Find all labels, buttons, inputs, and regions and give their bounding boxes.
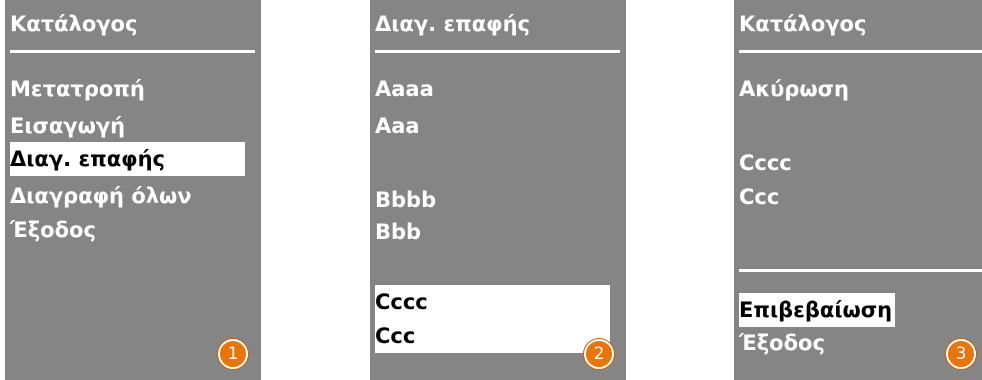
menu-item-confirm[interactable]: Επιβεβαίωση: [739, 293, 896, 327]
title-divider: [375, 50, 620, 53]
contact-item-line: Ccc: [375, 324, 416, 348]
step-number-badge: 3: [946, 339, 976, 369]
screen-title: Διαγ. επαφής: [375, 12, 531, 36]
menu-item-convert[interactable]: Μετατροπή: [10, 72, 145, 106]
screen-title: Κατάλογος: [739, 12, 867, 36]
menu-item-insert[interactable]: Εισαγωγή: [10, 109, 125, 143]
contact-item-line: Cccc: [375, 290, 428, 314]
menu-item-cancel[interactable]: Ακύρωση: [739, 72, 849, 106]
step-number-badge: 2: [584, 339, 614, 369]
title-divider: [739, 50, 982, 53]
contact-line: Ccc: [739, 185, 780, 209]
contact-item[interactable]: Aaa: [375, 109, 420, 143]
step-number-badge: 1: [218, 339, 248, 369]
contact-item[interactable]: Bbb: [375, 215, 421, 249]
display-screen-confirm: Κατάλογος Ακύρωση Cccc Ccc Επιβεβαίωση Έ…: [734, 0, 982, 380]
section-divider: [739, 269, 982, 272]
display-screen-catalog: Κατάλογος Μετατροπή Εισαγωγή Διαγ. επαφή…: [5, 0, 261, 380]
contact-item-selected[interactable]: Cccc Ccc: [375, 285, 610, 353]
menu-item-exit[interactable]: Έξοδος: [739, 326, 825, 360]
screen-title: Κατάλογος: [10, 12, 138, 36]
title-divider: [10, 50, 255, 53]
contact-line: Cccc: [739, 151, 792, 175]
menu-item-delete-all[interactable]: Διαγραφή όλων: [10, 179, 192, 213]
contact-item[interactable]: Bbbb: [375, 183, 436, 217]
contact-item[interactable]: Aaaa: [375, 72, 434, 106]
menu-item-exit[interactable]: Έξοδος: [10, 213, 96, 247]
menu-item-delete-contact[interactable]: Διαγ. επαφής: [10, 142, 245, 176]
display-screen-delete-contact: Διαγ. επαφής Aaaa Aaa Bbbb Bbb Cccc Ccc …: [370, 0, 626, 380]
